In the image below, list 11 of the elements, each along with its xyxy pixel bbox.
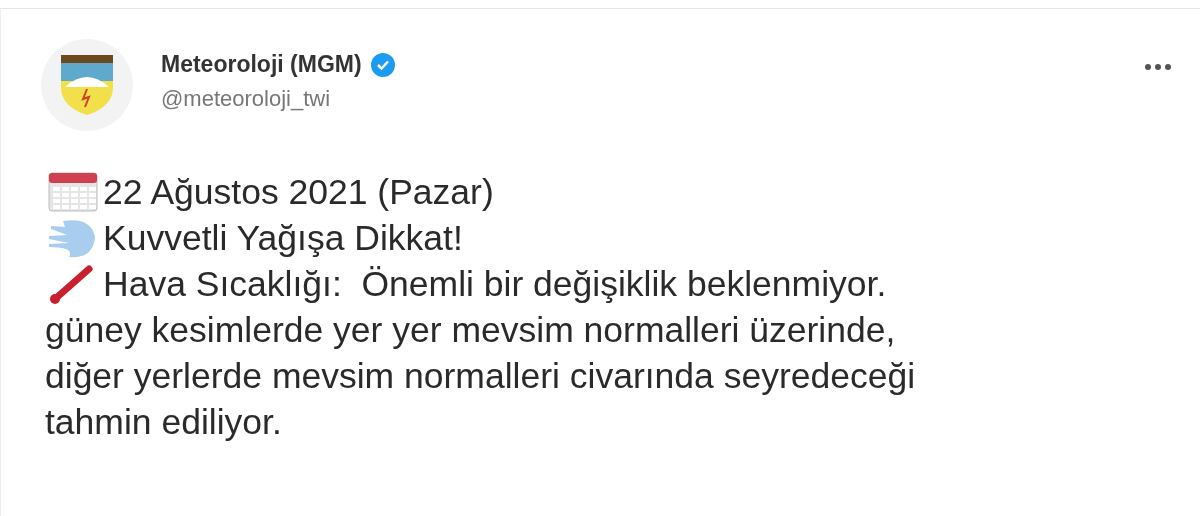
shield-logo-icon	[59, 53, 115, 117]
tweet-text-line: 22 Ağustos 2021 (Pazar)	[103, 171, 494, 213]
tweet-text-line: Hava Sıcaklığı: Önemli bir değişiklik beklenmiyor.	[103, 263, 887, 305]
tweet-text-line: güney kesimlerde yer yer mevsim normalleri üzerinde,	[45, 309, 896, 351]
tweet-text-line: tahmin ediliyor.	[45, 401, 282, 443]
author-name[interactable]: Meteoroloji (MGM)	[161, 51, 362, 78]
more-icon[interactable]	[1144, 63, 1172, 71]
tweet-text-line: Kuvvetli Yağışa Dikkat!	[103, 217, 463, 259]
calendar-icon	[45, 171, 99, 213]
tweet-text-line: diğer yerlerde mevsim normalleri civarında seyredeceği	[45, 355, 916, 397]
author-handle[interactable]: @meteoroloji_twi	[161, 86, 1116, 112]
